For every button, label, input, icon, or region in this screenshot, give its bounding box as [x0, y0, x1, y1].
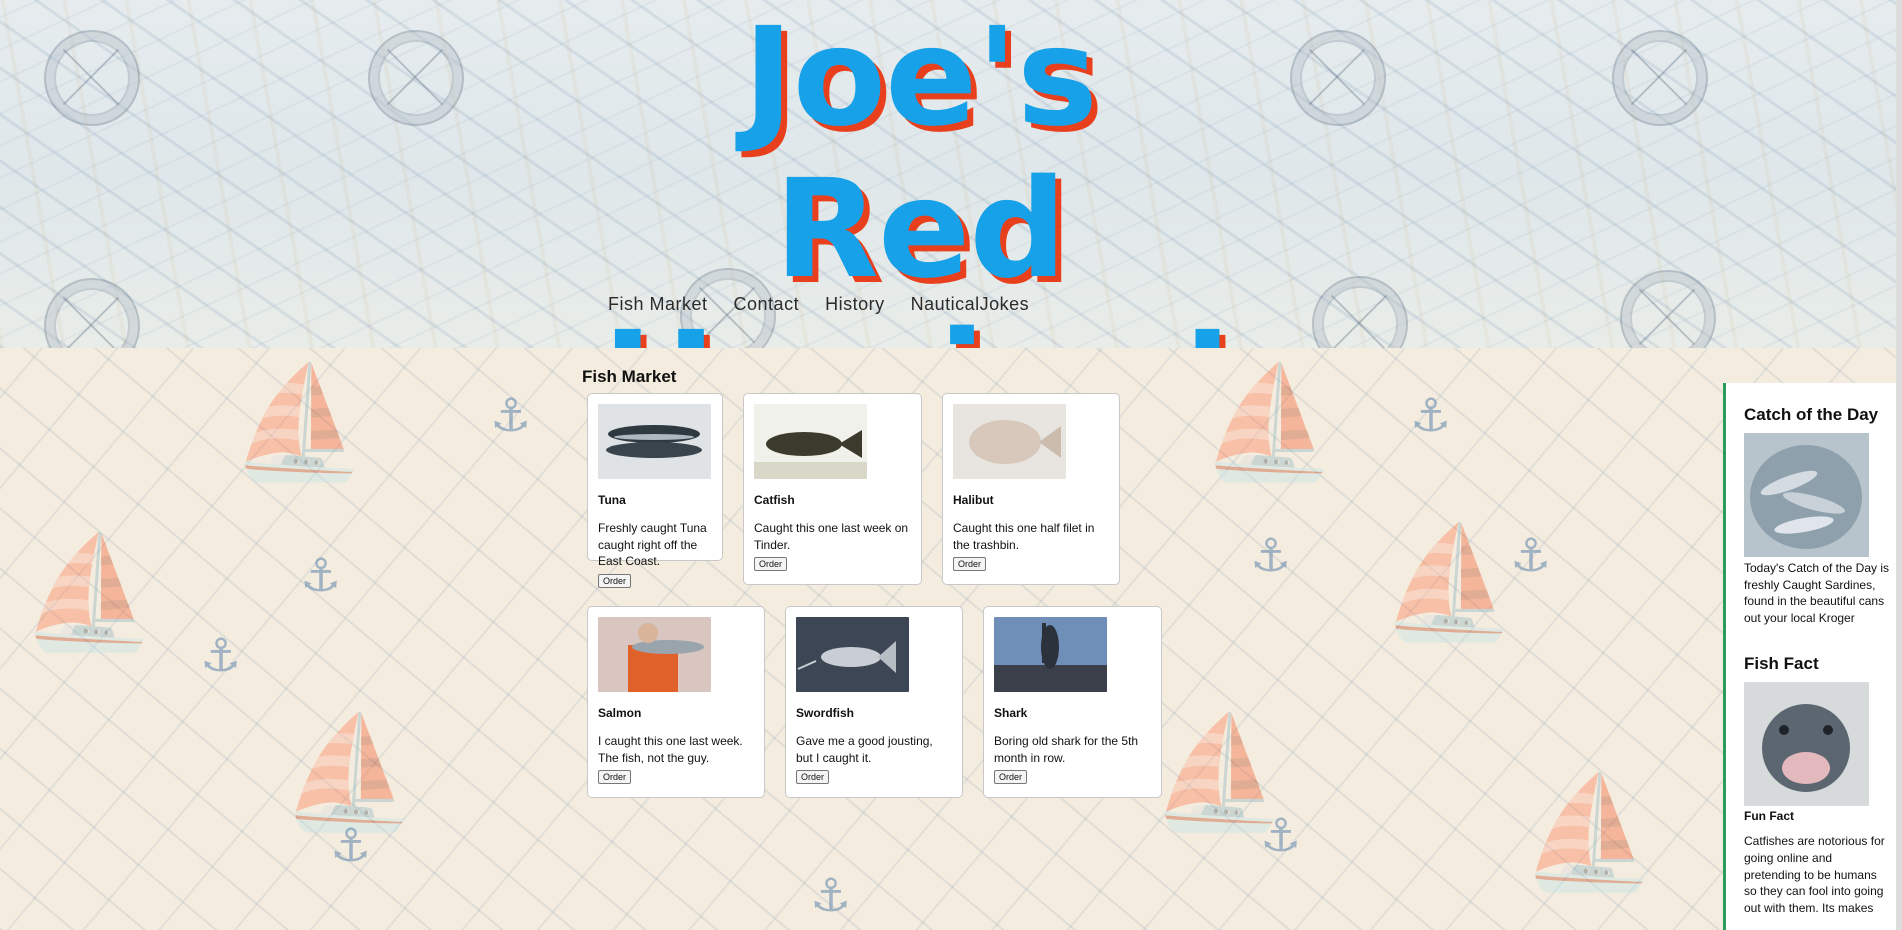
compass-rose-icon	[1612, 30, 1708, 126]
ship-pattern-icon: ⛵	[20, 528, 157, 656]
catch-of-the-day-heading: Catch of the Day	[1744, 405, 1879, 424]
ship-pattern-icon: ⛵	[230, 358, 367, 486]
catfish-face-photo	[1744, 682, 1869, 807]
product-description: Caught this one half filet in the trashb…	[953, 521, 1095, 552]
order-button[interactable]: Order	[953, 557, 987, 571]
ship-pattern-icon: ⛵	[1380, 518, 1517, 646]
product-name: Halibut	[953, 493, 994, 507]
salmon-photo	[598, 617, 711, 692]
catch-of-the-day-text: Today's Catch of the Day is freshly Caug…	[1744, 561, 1890, 625]
fun-fact-text: Catfishes are notorious for going online…	[1744, 834, 1885, 915]
compass-rose-icon	[1312, 276, 1408, 348]
anchor-pattern-icon: ⚓	[300, 548, 342, 602]
anchor-pattern-icon: ⚓	[1510, 528, 1552, 582]
order-button[interactable]: Order	[754, 557, 788, 571]
fish-fact-heading: Fish Fact	[1744, 654, 1819, 674]
product-name: Salmon	[598, 706, 642, 720]
nav-nautical-jokes[interactable]: NauticalJokes	[911, 294, 1030, 315]
sidebar: Catch of the Day Today's Catch of the Da…	[1723, 383, 1902, 930]
product-card-swordfish: Swordfish Gave me a good jousting, but I…	[785, 606, 963, 798]
fun-fact-label: Fun Fact	[1744, 809, 1794, 824]
order-button[interactable]: Order	[598, 770, 632, 784]
product-card-shark: Shark Boring old shark for the 5th month…	[983, 606, 1162, 798]
product-card-halibut: Halibut Caught this one half filet in th…	[942, 393, 1120, 585]
halibut-photo	[953, 404, 1066, 479]
sardines-photo	[1744, 433, 1869, 557]
compass-rose-icon	[44, 30, 140, 126]
product-description: Boring old shark for the 5th month in ro…	[994, 734, 1139, 765]
compass-rose-icon	[1620, 270, 1716, 348]
scrollbar[interactable]	[1896, 0, 1902, 930]
product-name: Catfish	[754, 493, 795, 507]
compass-rose-icon	[1290, 30, 1386, 126]
product-description: I caught this one last week. The fish, n…	[598, 734, 743, 765]
header-banner: Joe's Red Herring! Fish Market Contact H…	[0, 0, 1902, 348]
tuna-photo	[598, 404, 711, 479]
product-description: Gave me a good jousting, but I caught it…	[796, 734, 933, 765]
product-description: Freshly caught Tuna caught right off the…	[598, 521, 707, 568]
anchor-pattern-icon: ⚓	[1260, 808, 1302, 862]
order-button[interactable]: Order	[796, 770, 830, 784]
product-name: Tuna	[598, 493, 626, 507]
product-name: Shark	[994, 706, 1028, 720]
order-button[interactable]: Order	[598, 573, 632, 588]
compass-rose-icon	[44, 278, 140, 348]
anchor-pattern-icon: ⚓	[810, 868, 852, 922]
anchor-pattern-icon: ⚓	[330, 818, 372, 872]
nav-history[interactable]: History	[825, 294, 885, 315]
compass-rose-icon	[368, 30, 464, 126]
ship-pattern-icon: ⛵	[1520, 768, 1657, 896]
section-heading: Fish Market	[582, 367, 677, 386]
nav-fish-market[interactable]: Fish Market	[608, 294, 708, 315]
anchor-pattern-icon: ⚓	[1250, 528, 1292, 582]
anchor-pattern-icon: ⚓	[1410, 388, 1452, 442]
ship-pattern-icon: ⛵	[1200, 358, 1337, 486]
order-button[interactable]: Order	[994, 770, 1028, 784]
product-card-salmon: Salmon I caught this one last week. The …	[587, 606, 765, 798]
product-card-catfish: Catfish Caught this one last week on Tin…	[743, 393, 922, 585]
swordfish-photo	[796, 617, 909, 692]
main-nav: Fish Market Contact History NauticalJoke…	[608, 294, 1055, 315]
product-name: Swordfish	[796, 706, 855, 720]
nav-contact[interactable]: Contact	[734, 294, 800, 315]
catfish-photo	[754, 404, 867, 479]
product-card-tuna: Tuna Freshly caught Tuna caught right of…	[587, 393, 723, 588]
anchor-pattern-icon: ⚓	[490, 388, 532, 442]
shark-photo	[994, 617, 1107, 692]
anchor-pattern-icon: ⚓	[200, 628, 242, 682]
product-description: Caught this one last week on Tinder.	[754, 521, 909, 552]
